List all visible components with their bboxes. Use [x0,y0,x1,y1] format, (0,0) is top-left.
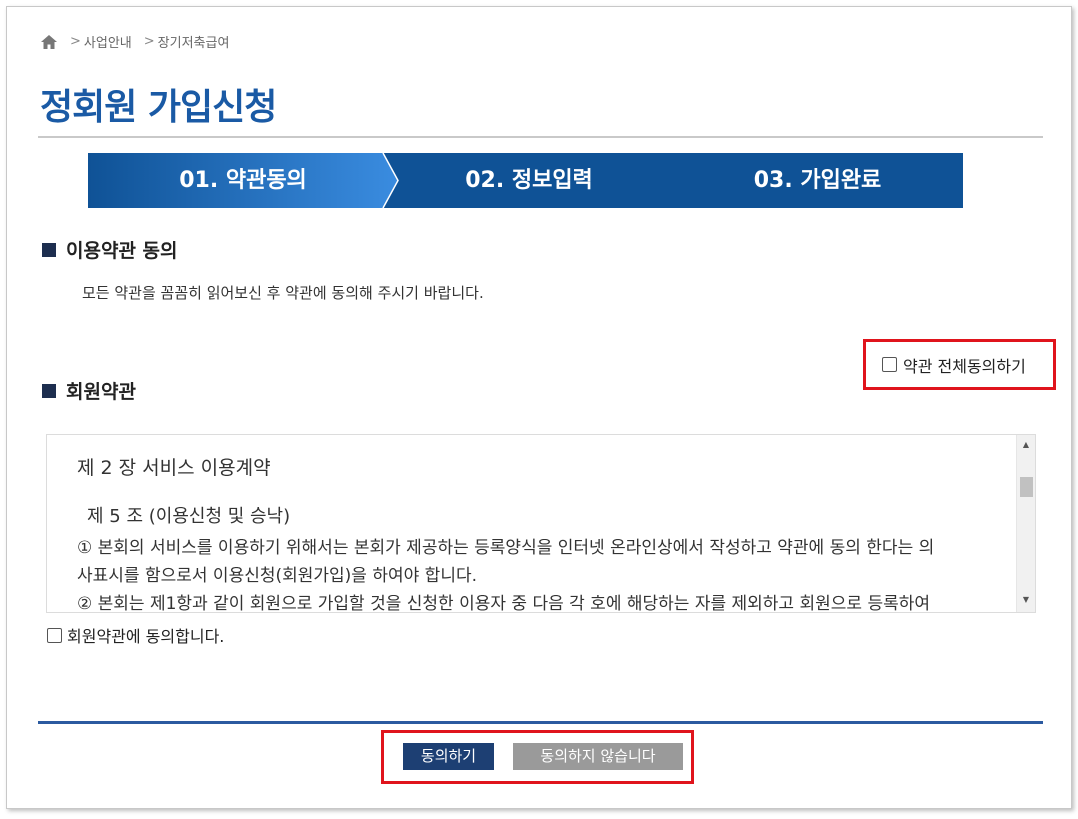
terms-agreement-heading: 이용약관 동의 [42,236,178,263]
page-title: 정회원 가입신청 [40,87,277,128]
member-terms-agree-checkbox[interactable] [47,627,62,643]
scroll-down-arrow-icon[interactable]: ▼ [1017,592,1035,608]
step-indicator: 01. 약관동의 02. 정보입력 03. 가입완료 [88,153,963,208]
terms-description: 모든 약관을 꼼꼼히 읽어보신 후 약관에 동의해 주시기 바랍니다. [82,284,484,302]
step-1-agreement: 01. 약관동의 [179,168,307,193]
breadcrumb-item-savings[interactable]: > 장기저축급여 [144,32,230,51]
chevron-right-icon: > [70,34,81,49]
bottom-divider [38,721,1043,724]
step-3-complete: 03. 가입완료 [753,168,882,193]
member-terms-agree-label[interactable]: 회원약관에 동의합니다. [47,623,224,647]
home-icon[interactable] [40,34,58,50]
agree-all-checkbox-label[interactable]: 약관 전체동의하기 [882,353,1026,377]
member-terms-heading: 회원약관 [42,377,136,404]
square-bullet-icon [42,242,56,257]
disagree-button[interactable]: 동의하지 않습니다 [513,743,683,770]
breadcrumb-item-business[interactable]: > 사업안내 [70,32,132,51]
terms-paragraph: 사표시를 함으로서 이용신청(회원가입)을 하여야 합니다. [77,566,478,586]
agree-all-checkbox[interactable] [882,357,897,372]
terms-chapter: 제 2 장 서비스 이용계약 [77,457,271,479]
scroll-up-arrow-icon[interactable]: ▲ [1017,437,1035,453]
terms-paragraph: ① 본회의 서비스를 이용하기 위해서는 본회가 제공하는 등록양식을 인터넷 … [77,538,935,558]
terms-paragraph: ② 본회는 제1항과 같이 회원으로 가입할 것을 신청한 이용자 중 다음 각… [77,594,930,613]
chevron-right-icon: > [143,34,155,49]
title-divider [38,136,1043,138]
terms-article: 제 5 조 (이용신청 및 승낙) [87,506,291,527]
breadcrumb: > 사업안내 > 장기저축급여 [40,32,229,51]
step-2-info-input: 02. 정보입력 [465,168,593,193]
member-terms-scrollbox[interactable]: 제 2 장 서비스 이용계약 제 5 조 (이용신청 및 승낙) ① 본회의 서… [46,434,1036,613]
agree-button[interactable]: 동의하기 [403,743,494,770]
agree-all-highlight: 약관 전체동의하기 [863,339,1056,390]
scrollbar-thumb[interactable] [1020,477,1033,497]
square-bullet-icon [42,383,56,398]
member-terms-content: 제 2 장 서비스 이용계약 제 5 조 (이용신청 및 승낙) ① 본회의 서… [77,453,1007,613]
terms-scrollbar[interactable]: ▲ ▼ [1016,435,1035,612]
buttons-highlight: 동의하기 동의하지 않습니다 [381,730,694,784]
